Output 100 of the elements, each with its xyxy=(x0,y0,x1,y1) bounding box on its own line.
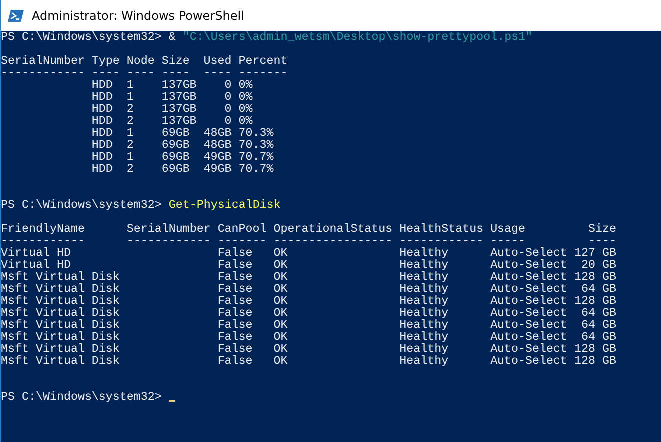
header-underline: ---- xyxy=(126,66,155,80)
table-cell: Healthy xyxy=(400,258,449,272)
table-cell: OK xyxy=(274,330,288,344)
header-underline: ------- xyxy=(238,66,288,80)
table-cell: Healthy xyxy=(400,294,449,308)
table-cell: 2 xyxy=(126,138,134,152)
table-cell: OK xyxy=(274,306,288,320)
table-cell: OK xyxy=(274,354,288,368)
table-cell: Auto-Select xyxy=(490,270,568,284)
column-header: OperationalStatus xyxy=(274,222,393,236)
table-cell: OK xyxy=(274,318,288,332)
table-cell: Msft Virtual Disk xyxy=(1,282,120,296)
table-cell: Virtual HD xyxy=(1,258,71,272)
prompt-text: PS C:\Windows\system32> xyxy=(1,391,162,403)
table-cell: 48GB xyxy=(204,138,232,152)
prompt-text: PS C:\Windows\system32> xyxy=(1,31,162,43)
table-cell: HDD xyxy=(92,102,113,116)
table-cell: False xyxy=(218,282,253,296)
table-cell: 0% xyxy=(238,102,253,116)
powershell-icon xyxy=(8,8,24,24)
table-cell: Auto-Select xyxy=(490,330,568,344)
table-cell: 2 xyxy=(126,102,134,116)
table-cell: 0% xyxy=(238,78,253,92)
table-cell: Auto-Select xyxy=(490,318,568,332)
table-cell: 49GB xyxy=(204,162,232,176)
table-cell: 137GB xyxy=(162,90,197,104)
table-cell: OK xyxy=(274,282,288,296)
table-cell: 64 GB xyxy=(581,318,616,332)
table-cell: False xyxy=(218,342,253,356)
table-cell: 127 GB xyxy=(574,246,616,260)
table-cell: OK xyxy=(274,246,288,260)
prompt-text: PS C:\Windows\system32> xyxy=(1,199,162,211)
table-cell: 64 GB xyxy=(581,330,616,344)
table-cell: Healthy xyxy=(400,342,449,356)
table-cell: 64 GB xyxy=(581,282,616,296)
table-cell: 0% xyxy=(238,90,253,104)
header-underline: ---- xyxy=(162,66,190,80)
table-cell: Healthy xyxy=(400,354,449,368)
table-cell: Healthy xyxy=(400,318,449,332)
header-underline: ------- xyxy=(218,234,267,248)
table-cell: HDD xyxy=(92,150,113,164)
column-header: FriendlyName xyxy=(1,222,85,236)
call-operator: & xyxy=(168,31,176,43)
script-path-argument: "C:\Users\admin_wetsm\Desktop\show-prettypool.ps1" xyxy=(182,31,533,43)
table-cell: 2 xyxy=(126,114,134,128)
table-cell: 49GB xyxy=(204,150,232,164)
table-cell: Auto-Select xyxy=(490,342,568,356)
header-underline: ------------ xyxy=(1,234,85,248)
header-underline: ---- xyxy=(204,66,232,80)
table-cell: 69GB xyxy=(162,138,190,152)
column-header: SerialNumber xyxy=(1,54,85,68)
table-cell: 137GB xyxy=(162,78,197,92)
table-cell: 128 GB xyxy=(574,354,616,368)
header-underline: ------------ xyxy=(126,234,211,248)
header-underline: ---- xyxy=(588,234,616,248)
column-header: SerialNumber xyxy=(126,222,211,236)
table-cell: 137GB xyxy=(162,102,197,116)
table-cell: 69GB xyxy=(162,150,190,164)
table-cell: 128 GB xyxy=(574,270,616,284)
table-cell: Auto-Select xyxy=(490,354,568,368)
table-cell: 1 xyxy=(126,126,134,140)
table-cell: Healthy xyxy=(400,306,449,320)
table-cell: 1 xyxy=(126,150,134,164)
table-cell: Msft Virtual Disk xyxy=(1,294,120,308)
column-header: CanPool xyxy=(218,222,267,236)
table-cell: 1 xyxy=(126,78,134,92)
table-cell: 70.3% xyxy=(238,138,274,152)
table-cell: 0 xyxy=(224,102,232,116)
table-cell: 0 xyxy=(224,78,232,92)
table-cell: Auto-Select xyxy=(490,282,568,296)
table-cell: False xyxy=(218,318,253,332)
table-cell: HDD xyxy=(92,138,113,152)
table-cell: False xyxy=(218,330,253,344)
table-cell: 70.7% xyxy=(238,150,274,164)
table-cell: OK xyxy=(274,342,288,356)
table-cell: OK xyxy=(274,294,288,308)
table-cell: 69GB xyxy=(162,162,190,176)
column-header: Percent xyxy=(238,54,288,68)
command-text: Get-PhysicalDisk xyxy=(168,199,281,211)
table-cell: False xyxy=(218,270,253,284)
table-cell: Healthy xyxy=(400,282,449,296)
table-cell: Msft Virtual Disk xyxy=(1,354,120,368)
table-cell: 128 GB xyxy=(574,294,616,308)
table-cell: 1 xyxy=(126,90,134,104)
table-cell: False xyxy=(218,258,253,272)
table-cell: Msft Virtual Disk xyxy=(1,306,120,320)
table-cell: HDD xyxy=(92,162,113,176)
table-cell: Auto-Select xyxy=(490,246,568,260)
column-header: HealthStatus xyxy=(400,222,484,236)
table-cell: False xyxy=(218,294,253,308)
header-underline: ---- xyxy=(92,66,120,80)
table-cell: 2 xyxy=(126,162,134,176)
text-cursor xyxy=(168,400,175,402)
table-cell: Auto-Select xyxy=(490,258,568,272)
table-cell: 48GB xyxy=(204,126,232,140)
column-header: Size xyxy=(588,222,616,236)
table-cell: OK xyxy=(274,270,288,284)
table-cell: 0 xyxy=(224,114,232,128)
table-cell: HDD xyxy=(92,114,113,128)
table-cell: Auto-Select xyxy=(490,294,568,308)
